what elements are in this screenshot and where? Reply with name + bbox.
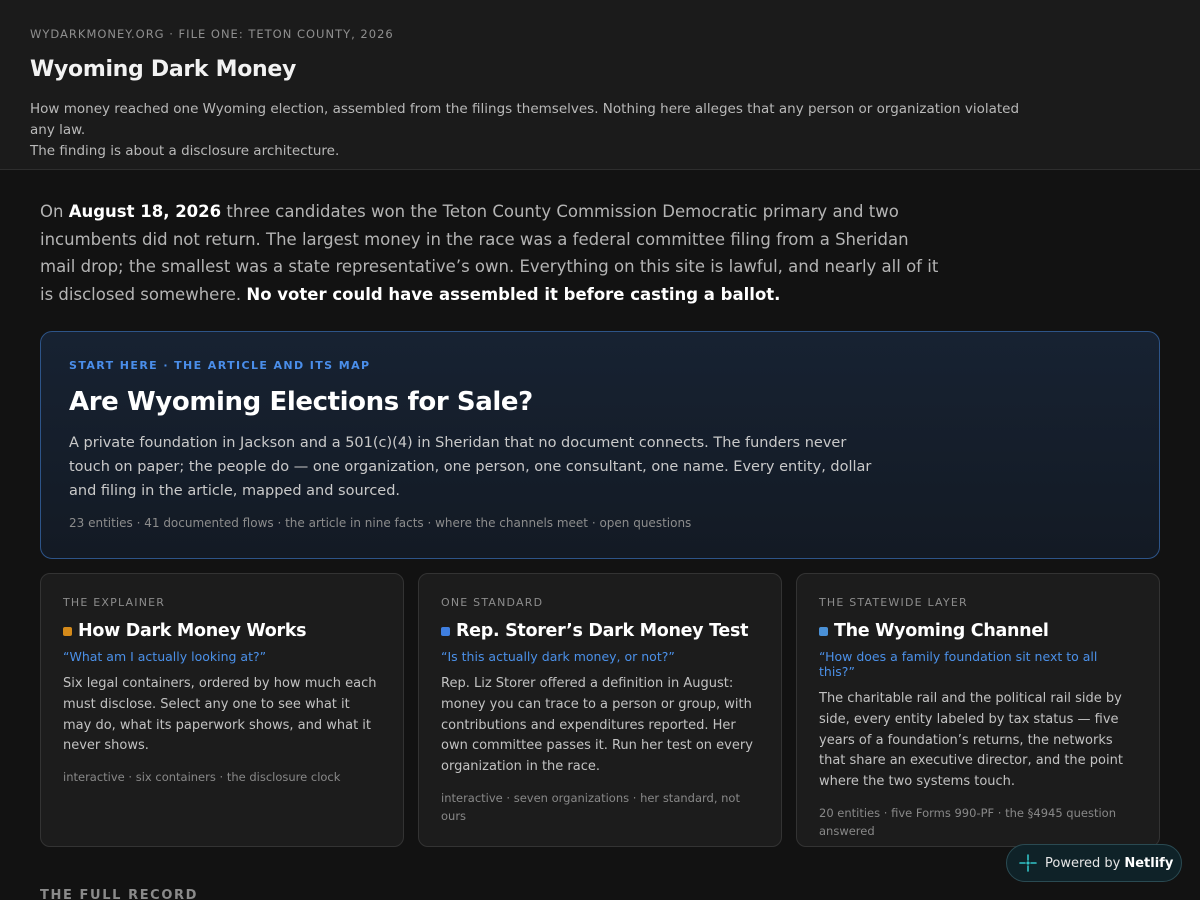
card-storer-test[interactable]: ONE STANDARD Rep. Storer’s Dark Money Te…	[418, 573, 782, 847]
card-question: “Is this actually dark money, or not?”	[441, 649, 675, 664]
feature-body: A private foundation in Jackson and a 50…	[69, 435, 872, 499]
site-description-line: How money reached one Wyoming election, …	[30, 101, 1020, 138]
site-kicker: WYDARKMONEY.ORG · FILE ONE: TETON COUNTY…	[30, 27, 394, 41]
netlify-badge-prefix: Powered by	[1045, 855, 1121, 871]
card-body: Six legal containers, ordered by how muc…	[63, 676, 377, 754]
card-meta: interactive · seven organizations · her …	[441, 790, 740, 823]
lede-text: On	[40, 202, 69, 221]
card-question: “How does a family foundation sit next t…	[819, 649, 1098, 679]
netlify-badge-brand: Netlify	[1124, 855, 1174, 871]
feature-card-article[interactable]: START HERE · THE ARTICLE AND ITS MAP Are…	[40, 331, 1160, 559]
card-title-text: How Dark Money Works	[78, 621, 307, 641]
card-grid: THE EXPLAINER How Dark Money Works “What…	[40, 573, 1160, 847]
card-title: How Dark Money Works	[63, 621, 381, 641]
card-explainer[interactable]: THE EXPLAINER How Dark Money Works “What…	[40, 573, 404, 847]
site-title[interactable]: Wyoming Dark Money	[30, 57, 1170, 82]
card-kicker: THE EXPLAINER	[63, 596, 166, 609]
card-meta: 20 entities · five Forms 990-PF · the §4…	[819, 805, 1116, 838]
card-kicker: THE STATEWIDE LAYER	[819, 596, 968, 609]
card-title-text: Rep. Storer’s Dark Money Test	[456, 621, 749, 641]
site-description: How money reached one Wyoming election, …	[30, 99, 1030, 162]
lede-emphasis: No voter could have assembled it before …	[246, 284, 781, 304]
card-kicker: ONE STANDARD	[441, 596, 544, 609]
netlify-icon	[1019, 854, 1037, 872]
site-description-line: The finding is about a disclosure archit…	[30, 143, 340, 159]
feature-kicker: START HERE · THE ARTICLE AND ITS MAP	[69, 359, 371, 372]
card-title-text: The Wyoming Channel	[834, 621, 1049, 641]
section-label-full-record: THE FULL RECORD	[40, 888, 198, 900]
card-meta: interactive · six containers · the discl…	[63, 770, 341, 785]
netlify-badge-link[interactable]: Powered by Netlify	[1006, 844, 1182, 882]
feature-meta: 23 entities · 41 documented flows · the …	[69, 516, 692, 530]
feature-title: Are Wyoming Elections for Sale?	[69, 387, 533, 417]
card-question: “What am I actually looking at?”	[63, 649, 267, 664]
lede-paragraph: On August 18, 2026 three candidates won …	[40, 198, 940, 308]
lede-date: August 18, 2026	[68, 202, 222, 221]
card-title: Rep. Storer’s Dark Money Test	[441, 621, 759, 641]
square-bullet-icon	[63, 626, 72, 636]
square-bullet-icon	[441, 626, 450, 636]
square-bullet-icon	[819, 626, 828, 636]
card-title: The Wyoming Channel	[819, 621, 1137, 641]
card-body: Rep. Liz Storer offered a definition in …	[441, 676, 753, 775]
card-body: The charitable rail and the political ra…	[819, 691, 1123, 790]
site-header: WYDARKMONEY.ORG · FILE ONE: TETON COUNTY…	[0, 0, 1200, 170]
card-wyoming-channel[interactable]: THE STATEWIDE LAYER The Wyoming Channel …	[796, 573, 1160, 847]
